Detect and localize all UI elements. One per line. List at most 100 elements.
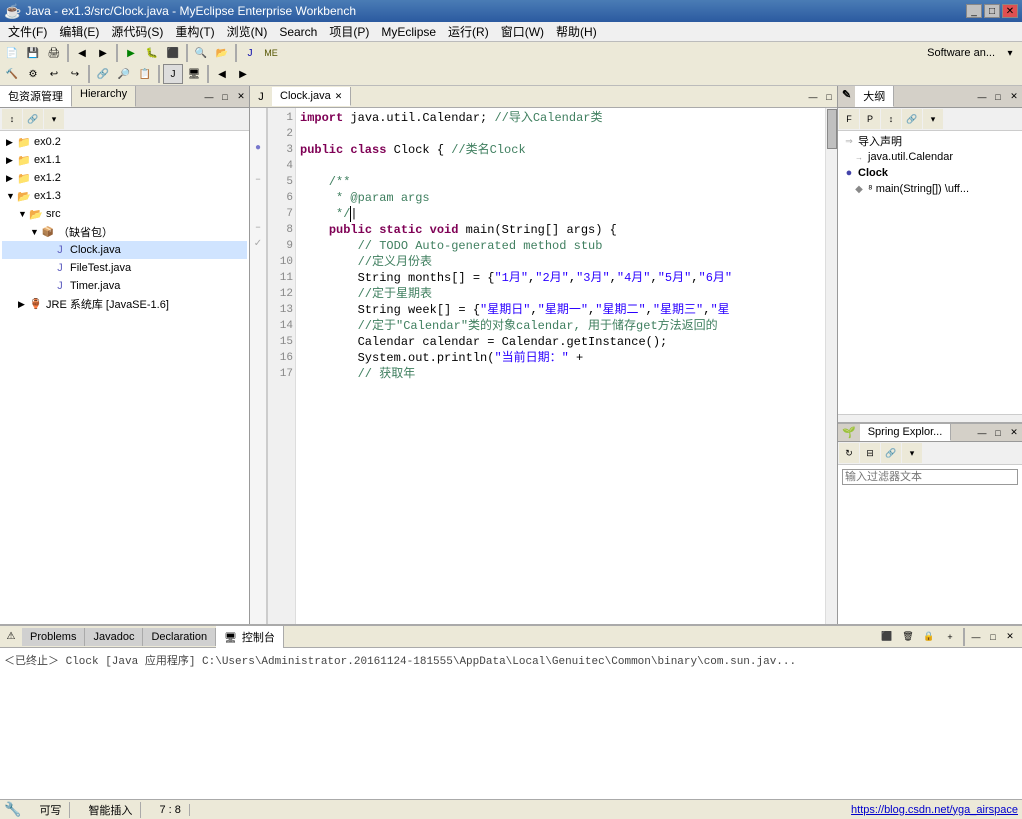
menu-navigate[interactable]: 浏览(N): [221, 21, 274, 42]
menu-project[interactable]: 项目(P): [323, 21, 375, 42]
stop-button[interactable]: ⬛: [163, 43, 183, 63]
tab-declaration[interactable]: Declaration: [143, 628, 216, 646]
run-button[interactable]: ▶: [121, 43, 141, 63]
tree-toggle-jre[interactable]: ▶: [18, 299, 28, 310]
outline-item-main-method[interactable]: ◆ ⁸ main(String[]) \uff...: [840, 181, 1020, 197]
tab-outline[interactable]: 大纲: [855, 86, 894, 107]
outline-hide-fields[interactable]: F: [839, 109, 859, 129]
back-button[interactable]: ◀: [72, 43, 92, 63]
spring-collapse[interactable]: ⊟: [860, 443, 880, 463]
tab-close-icon[interactable]: ✕: [335, 91, 343, 102]
close-button[interactable]: ✕: [1002, 4, 1018, 18]
title-bar-controls[interactable]: _ □ ✕: [966, 4, 1018, 18]
tree-item-filetest-java[interactable]: J FileTest.java: [2, 259, 247, 277]
tab-javadoc[interactable]: Javadoc: [85, 628, 143, 646]
menu-search[interactable]: Search: [273, 23, 323, 41]
console-new-icon[interactable]: +: [940, 627, 960, 647]
tb2-btn11[interactable]: ▶: [233, 64, 253, 84]
outline-scrollbar[interactable]: [838, 414, 1022, 422]
tree-item-jre[interactable]: ▶ 🏺 JRE 系统库 [JavaSE-1.6]: [2, 295, 247, 313]
spring-menu[interactable]: ▾: [902, 443, 922, 463]
tab-console[interactable]: 🖥 控制台: [216, 626, 284, 648]
outline-tree[interactable]: ⇒ 导入声明 → java.util.Calendar ● Clock ◆ ⁸ …: [838, 131, 1022, 414]
maximize-button[interactable]: □: [984, 4, 1000, 18]
link-editor-icon[interactable]: 🔗: [23, 109, 43, 129]
new-button[interactable]: 📄: [2, 43, 22, 63]
tab-package-explorer[interactable]: 包资源管理: [0, 86, 72, 107]
tree-toggle-ex1-3[interactable]: ▼: [6, 191, 16, 201]
tree-toggle-ex1-2[interactable]: ▶: [6, 173, 16, 184]
tree-item-default-package[interactable]: ▼ 📦 （缺省包）: [2, 223, 247, 241]
search-button[interactable]: 🔍: [191, 43, 211, 63]
debug-button[interactable]: 🐛: [142, 43, 162, 63]
left-panel-close-icon[interactable]: ✕: [233, 89, 249, 105]
spring-link[interactable]: 🔗: [881, 443, 901, 463]
tree-item-ex1-3[interactable]: ▼ 📂 ex1.3: [2, 187, 247, 205]
outline-max-icon[interactable]: □: [990, 89, 1006, 105]
menu-file[interactable]: 文件(F): [2, 21, 53, 42]
tb2-btn4[interactable]: ↪: [65, 64, 85, 84]
tree-item-timer-java[interactable]: J Timer.java: [2, 277, 247, 295]
left-panel-minimize-icon[interactable]: —: [201, 89, 217, 105]
spring-max-icon[interactable]: □: [990, 425, 1006, 441]
tree-toggle-ex1-1[interactable]: ▶: [6, 155, 16, 166]
menu-window[interactable]: 窗口(W): [495, 21, 550, 42]
gutter-5-collapse[interactable]: −: [255, 174, 260, 190]
code-area[interactable]: import java.util.Calendar; //导入Calendar类…: [296, 108, 825, 624]
spring-min-icon[interactable]: —: [974, 425, 990, 441]
collapse-all-icon[interactable]: ↕: [2, 109, 22, 129]
editor-scrollbar-thumb[interactable]: [827, 109, 837, 149]
save-button[interactable]: 💾: [23, 43, 43, 63]
left-panel-maximize-icon[interactable]: □: [217, 89, 233, 105]
tb2-btn1[interactable]: 🔨: [2, 64, 22, 84]
status-url[interactable]: https://blog.csdn.net/yga_airspace: [851, 804, 1018, 816]
outline-item-calendar-import[interactable]: → java.util.Calendar: [840, 149, 1020, 165]
tree-item-clock-java[interactable]: J Clock.java: [2, 241, 247, 259]
outline-item-clock-class[interactable]: ● Clock: [840, 165, 1020, 181]
outline-item-imports[interactable]: ⇒ 导入声明: [840, 133, 1020, 149]
package-explorer-tree[interactable]: ▶ 📁 ex0.2 ▶ 📁 ex1.1 ▶ 📁 ex1.2 ▼ 📂 ex1.3: [0, 131, 249, 624]
tree-toggle-src[interactable]: ▼: [18, 209, 28, 219]
editor-content[interactable]: ● − − ✓ 1 2: [250, 108, 837, 624]
editor-maximize-icon[interactable]: □: [821, 89, 837, 105]
tree-item-ex1-1[interactable]: ▶ 📁 ex1.1: [2, 151, 247, 169]
tree-item-src[interactable]: ▼ 📂 src: [2, 205, 247, 223]
tb2-btn2[interactable]: ⚙: [23, 64, 43, 84]
tab-clock-java[interactable]: Clock.java ✕: [272, 87, 351, 106]
outline-sort[interactable]: ↕: [881, 109, 901, 129]
menu-refactor[interactable]: 重构(T): [169, 21, 220, 42]
tb2-btn9[interactable]: 🖥: [184, 64, 204, 84]
menu-help[interactable]: 帮助(H): [550, 21, 603, 42]
editor-minimize-icon[interactable]: —: [805, 89, 821, 105]
myeclipse-btn[interactable]: ME: [261, 43, 281, 63]
tb2-btn3[interactable]: ↩: [44, 64, 64, 84]
outline-hide-nonpublic[interactable]: P: [860, 109, 880, 129]
spring-close-icon[interactable]: ✕: [1006, 425, 1022, 441]
tree-item-ex0-2[interactable]: ▶ 📁 ex0.2: [2, 133, 247, 151]
forward-button[interactable]: ▶: [93, 43, 113, 63]
console-content[interactable]: ＜已终止＞ Clock [Java 应用程序] C:\Users\Adminis…: [0, 648, 1022, 799]
bottom-max-icon[interactable]: □: [985, 629, 1001, 645]
tb2-btn7[interactable]: 📋: [135, 64, 155, 84]
console-terminate-icon[interactable]: ⬛: [877, 627, 897, 647]
open-button[interactable]: 📂: [212, 43, 232, 63]
outline-min-icon[interactable]: —: [974, 89, 990, 105]
tab-spring[interactable]: Spring Explor...: [860, 424, 952, 441]
perspective-button[interactable]: J: [240, 43, 260, 63]
outline-link[interactable]: 🔗: [902, 109, 922, 129]
tab-problems[interactable]: Problems: [22, 628, 85, 646]
bottom-close-icon[interactable]: ✕: [1002, 629, 1018, 645]
spring-filter-input[interactable]: [842, 469, 1018, 485]
console-clear-icon[interactable]: 🗑: [898, 627, 918, 647]
tree-item-ex1-2[interactable]: ▶ 📁 ex1.2: [2, 169, 247, 187]
minimize-button[interactable]: _: [966, 4, 982, 18]
bottom-min-icon[interactable]: —: [968, 629, 984, 645]
view-menu-icon[interactable]: ▾: [44, 109, 64, 129]
spring-refresh[interactable]: ↻: [839, 443, 859, 463]
tb2-btn8[interactable]: J: [163, 64, 183, 84]
outline-menu[interactable]: ▾: [923, 109, 943, 129]
console-scroll-lock-icon[interactable]: 🔒: [919, 627, 939, 647]
print-button[interactable]: 🖨: [44, 43, 64, 63]
outline-close-icon[interactable]: ✕: [1006, 89, 1022, 105]
menu-edit[interactable]: 编辑(E): [53, 21, 105, 42]
